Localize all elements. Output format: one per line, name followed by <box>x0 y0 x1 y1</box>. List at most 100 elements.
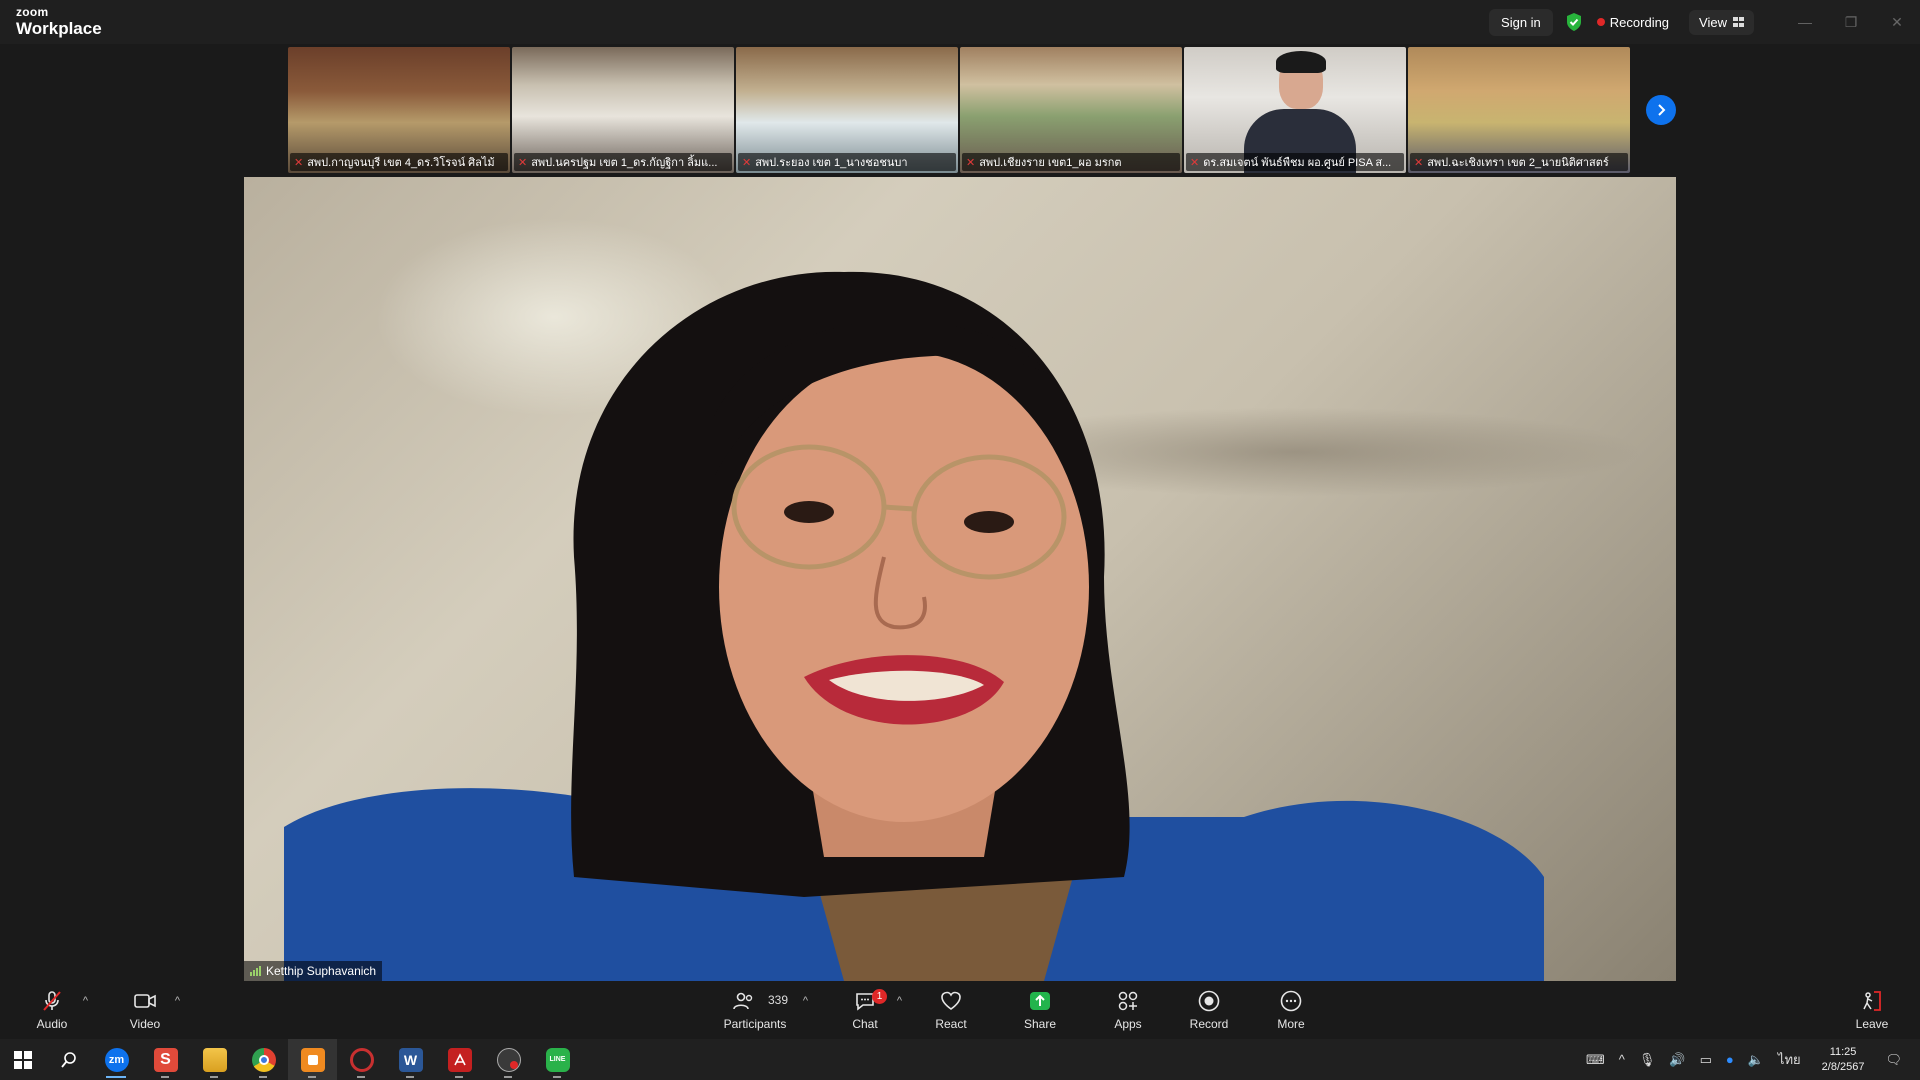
react-button[interactable]: React <box>934 981 968 1039</box>
audio-button[interactable]: Audio ^ <box>34 981 88 1039</box>
minimize-button[interactable]: — <box>1782 0 1828 44</box>
leave-label: Leave <box>1855 1017 1889 1031</box>
recording-indicator[interactable]: Recording <box>1596 15 1669 30</box>
start-button[interactable] <box>0 1039 46 1080</box>
folder-icon <box>202 1047 227 1072</box>
record-button[interactable]: Record <box>1189 981 1229 1039</box>
apps-icon <box>1118 991 1138 1011</box>
muted-mic-icon: ✕ <box>742 156 752 169</box>
participant-thumbnail[interactable]: ✕ ดร.สมเจตน์ พันธ์พืชม ผอ.ศูนย์ PISA ส..… <box>1184 47 1406 173</box>
windows-taskbar: zm S W LINE ⌨ ^ 🎙 🔊 ▭ ● 🔈 ไทย 11:25 2/8/… <box>0 1039 1920 1080</box>
participant-thumbnail[interactable]: ✕ สพป.ฉะเชิงเทรา เขต 2_นายนิติศาสตร์ <box>1408 47 1630 173</box>
muted-microphone-icon <box>43 991 61 1011</box>
participant-name: สพป.ฉะเชิงเทรา เขต 2_นายนิติศาสตร์ <box>1427 157 1609 169</box>
active-speaker-video[interactable] <box>244 177 1676 981</box>
chat-button[interactable]: 1 Chat ^ <box>850 981 902 1039</box>
participant-name-bar: ✕ สพป.ระยอง เขต 1_นางชอชนบา <box>738 153 956 171</box>
word-icon: W <box>398 1047 423 1072</box>
grid-view-icon <box>1733 17 1744 27</box>
leave-button[interactable]: Leave <box>1856 981 1888 1039</box>
taskbar-app-acrobat[interactable] <box>435 1039 484 1080</box>
participant-thumbnail[interactable]: ✕ สพป.เชียงราย เขต1_ผอ มรกต <box>960 47 1182 173</box>
participant-name: สพป.ระยอง เขต 1_นางชอชนบา <box>755 157 908 169</box>
participant-hair-shape <box>1276 51 1326 73</box>
record-label: Record <box>1189 1017 1229 1031</box>
share-button[interactable]: Share <box>1024 981 1056 1039</box>
clock[interactable]: 11:25 2/8/2567 <box>1822 1045 1865 1074</box>
participant-thumbnail[interactable]: ✕ สพป.นครปฐม เขต 1_ดร.กัญฐิกา ลิ้มแ... <box>512 47 734 173</box>
speaker-volume-icon[interactable]: 🔊 <box>1669 1052 1685 1068</box>
next-page-button[interactable] <box>1646 95 1676 125</box>
language-indicator[interactable]: ไทย <box>1778 1049 1801 1070</box>
participants-label: Participants <box>723 1017 787 1031</box>
taskbar-app-red-circle[interactable] <box>337 1039 386 1080</box>
taskbar-app-line[interactable]: LINE <box>533 1039 582 1080</box>
more-options-icon <box>1280 990 1302 1012</box>
sign-in-button[interactable]: Sign in <box>1489 8 1553 36</box>
search-button[interactable] <box>46 1039 92 1080</box>
signal-strength-icon <box>250 966 261 976</box>
heart-icon <box>941 991 961 1010</box>
system-tray: ⌨ ^ 🎙 🔊 ▭ ● 🔈 ไทย 11:25 2/8/2567 🗨 <box>1579 1039 1920 1080</box>
taskbar-app-s[interactable]: S <box>141 1039 190 1080</box>
leave-door-icon <box>1863 991 1881 1011</box>
muted-mic-icon: ✕ <box>1190 156 1200 169</box>
participant-name-bar: ✕ สพป.นครปฐม เขต 1_ดร.กัญฐิกา ลิ้มแ... <box>514 153 732 171</box>
participant-thumbnail-strip: ✕ สพป.กาญจนบุรี เขต 4_ดร.วิโรจน์ ศิลไม้ … <box>288 47 1630 173</box>
security-shield-icon[interactable] <box>1565 12 1583 32</box>
apps-label: Apps <box>1114 1017 1142 1031</box>
meeting-toolbar: Audio ^ Video ^ 339 Participants ^ 1 Cha… <box>0 981 1920 1039</box>
participant-name-bar: ✕ สพป.ฉะเชิงเทรา เขต 2_นายนิติศาสตร์ <box>1410 153 1628 171</box>
muted-mic-icon: ✕ <box>1414 156 1424 169</box>
search-icon <box>61 1051 76 1068</box>
participants-options-chevron-icon[interactable]: ^ <box>803 995 808 1007</box>
muted-mic-icon: ✕ <box>294 156 304 169</box>
view-button[interactable]: View <box>1689 9 1754 35</box>
react-label: React <box>935 1017 967 1031</box>
participant-thumbnail[interactable]: ✕ สพป.กาญจนบุรี เขต 4_ดร.วิโรจน์ ศิลไม้ <box>288 47 510 173</box>
red-circle-app-icon <box>349 1047 374 1072</box>
share-screen-icon <box>1030 992 1050 1010</box>
logo-small-text: zoom <box>16 5 49 19</box>
apps-button[interactable]: Apps <box>1113 981 1143 1039</box>
line-icon: LINE <box>545 1047 570 1072</box>
maximize-button[interactable]: ❐ <box>1828 0 1874 44</box>
taskbar-app-obs[interactable] <box>484 1039 533 1080</box>
taskbar-app-chrome[interactable] <box>239 1039 288 1080</box>
zoom-tray-icon[interactable]: ● <box>1726 1052 1734 1067</box>
speaker-name-label: Ketthip Suphavanich <box>244 961 383 981</box>
show-hidden-icons-chevron-icon[interactable]: ^ <box>1619 1052 1625 1067</box>
zoom-workplace-logo: zoom Workplace <box>16 6 102 37</box>
keyboard-icon[interactable]: ⌨ <box>1586 1052 1605 1068</box>
participant-name: สพป.เชียงราย เขต1_ผอ มรกต <box>979 157 1122 169</box>
chat-unread-badge: 1 <box>872 989 887 1004</box>
view-label: View <box>1699 14 1727 30</box>
participant-name-bar: ✕ สพป.เชียงราย เขต1_ผอ มรกต <box>962 153 1180 171</box>
more-label: More <box>1277 1017 1305 1031</box>
network-icon[interactable]: ▭ <box>1700 1052 1712 1068</box>
taskbar-app-word[interactable]: W <box>386 1039 435 1080</box>
audio-options-chevron-icon[interactable]: ^ <box>83 995 88 1007</box>
audio-label: Audio <box>36 1017 68 1031</box>
more-button[interactable]: More <box>1276 981 1306 1039</box>
title-bar: zoom Workplace Sign in Recording View — … <box>0 0 1920 44</box>
chat-label: Chat <box>852 1017 878 1031</box>
chrome-icon <box>251 1047 276 1072</box>
microphone-icon[interactable]: 🎙 <box>1639 1052 1656 1068</box>
participants-button[interactable]: 339 Participants ^ <box>722 981 808 1039</box>
notification-center-icon[interactable]: 🗨 <box>1885 1052 1902 1068</box>
video-button[interactable]: Video ^ <box>128 981 180 1039</box>
taskbar-app-file-explorer[interactable] <box>190 1039 239 1080</box>
obs-icon <box>496 1047 521 1072</box>
participant-name: ดร.สมเจตน์ พันธ์พืชม ผอ.ศูนย์ PISA ส... <box>1203 157 1392 169</box>
share-label: Share <box>1023 1017 1057 1031</box>
clock-time: 11:25 <box>1829 1046 1857 1059</box>
participant-thumbnail[interactable]: ✕ สพป.ระยอง เขต 1_นางชอชนบา <box>736 47 958 173</box>
orange-app-icon <box>300 1047 325 1072</box>
taskbar-app-orange[interactable] <box>288 1039 337 1080</box>
chat-options-chevron-icon[interactable]: ^ <box>897 995 902 1007</box>
taskbar-app-zoom[interactable]: zm <box>92 1039 141 1080</box>
close-button[interactable]: ✕ <box>1874 0 1920 44</box>
volume-icon[interactable]: 🔈 <box>1748 1052 1764 1068</box>
video-options-chevron-icon[interactable]: ^ <box>175 995 180 1007</box>
